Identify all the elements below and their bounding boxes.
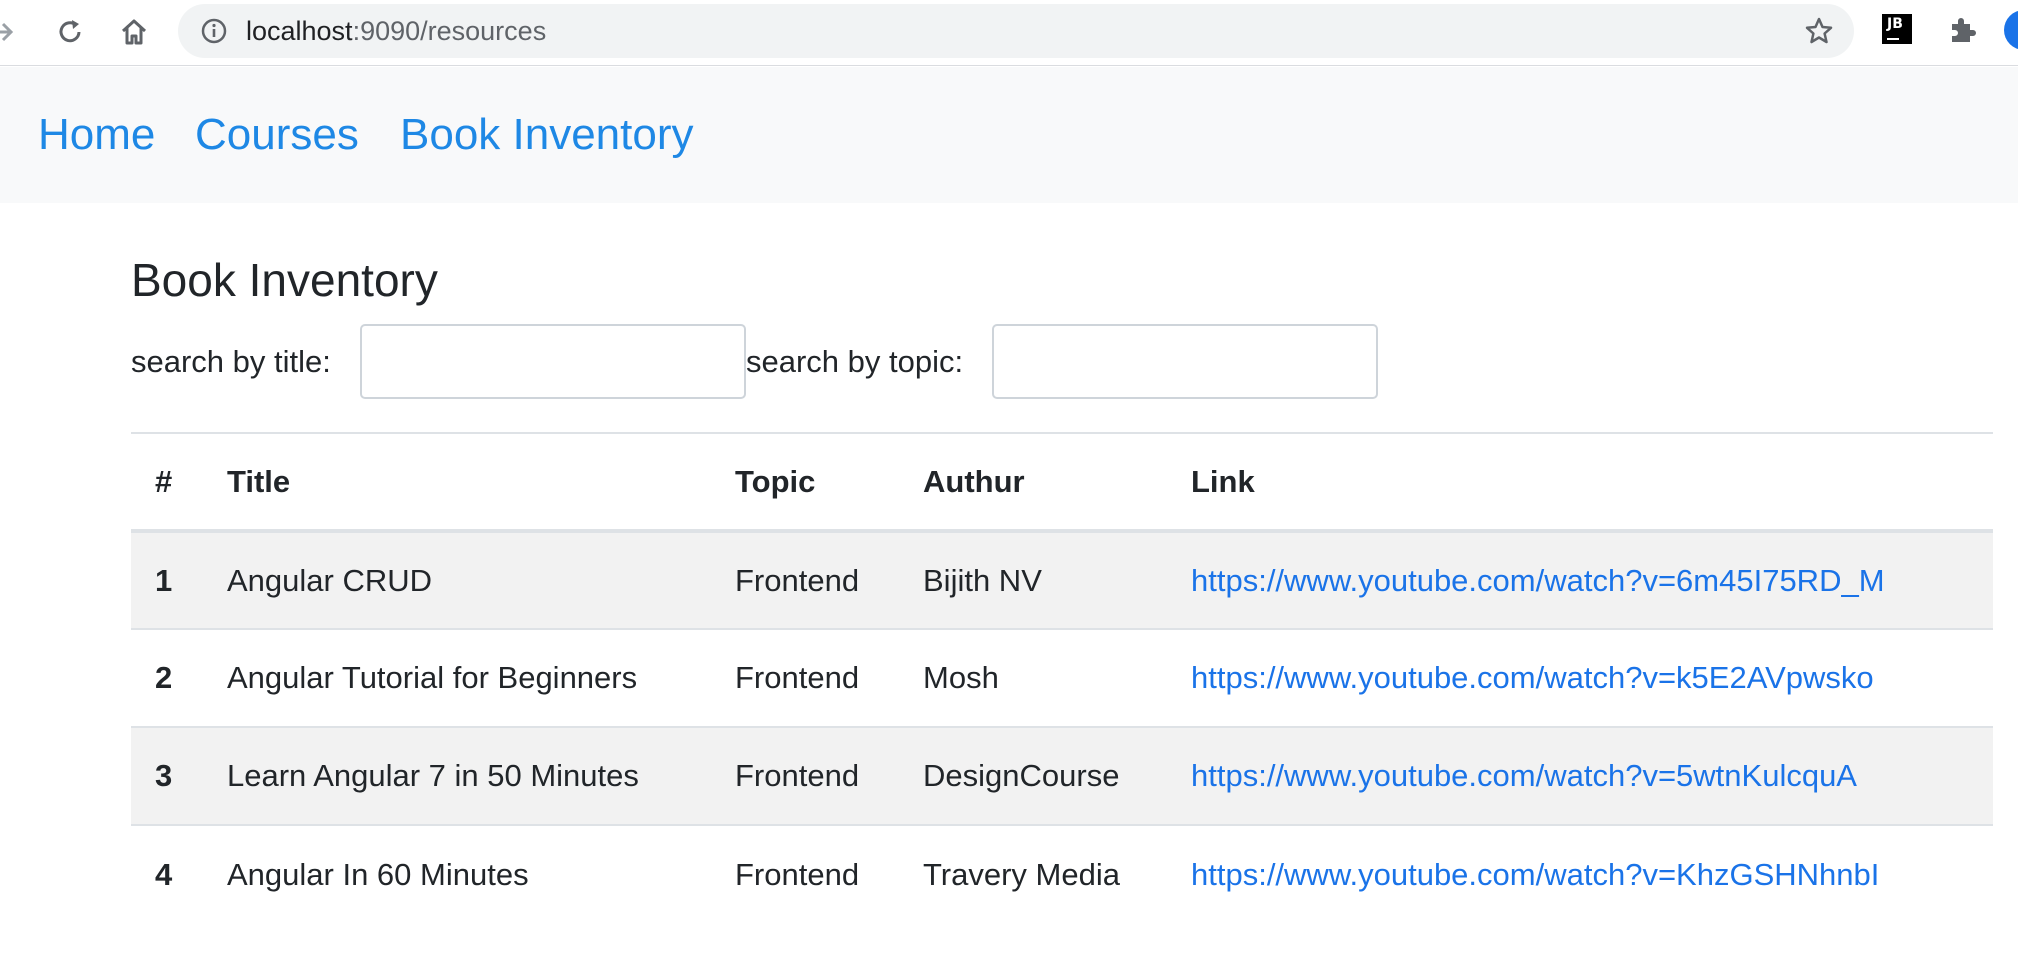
browser-toolbar: localhost:9090/resources JB	[0, 0, 2018, 66]
row-link-cell: https://www.youtube.com/watch?v=6m45I75R…	[1191, 530, 1993, 629]
row-topic: Frontend	[735, 824, 923, 923]
page-title: Book Inventory	[131, 254, 438, 306]
row-link[interactable]: https://www.youtube.com/watch?v=6m45I75R…	[1191, 563, 1885, 598]
row-title: Angular In 60 Minutes	[227, 824, 735, 923]
row-number: 4	[131, 824, 227, 923]
search-topic-input[interactable]	[992, 324, 1378, 399]
header-link: Link	[1191, 432, 1993, 533]
site-info-icon[interactable]	[200, 17, 228, 45]
url-host: localhost	[246, 16, 353, 46]
row-author: Mosh	[923, 628, 1191, 727]
row-author: Bijith NV	[923, 530, 1191, 629]
search-title-input[interactable]	[360, 324, 746, 399]
row-author: DesignCourse	[923, 726, 1191, 825]
row-link[interactable]: https://www.youtube.com/watch?v=5wtnKulc…	[1191, 758, 1857, 793]
reload-icon[interactable]	[52, 14, 88, 50]
row-link-cell: https://www.youtube.com/watch?v=k5E2AVpw…	[1191, 628, 1993, 727]
row-topic: Frontend	[735, 530, 923, 629]
table-header-row: # Title Topic Authur Link	[131, 432, 1993, 533]
row-topic: Frontend	[735, 628, 923, 727]
nav-link-book-inventory[interactable]: Book Inventory	[400, 109, 694, 161]
url-path: :9090/resources	[352, 16, 547, 46]
table-row: 2 Angular Tutorial for Beginners Fronten…	[131, 628, 1993, 727]
profile-avatar[interactable]	[2004, 10, 2018, 50]
home-icon[interactable]	[116, 14, 152, 50]
row-number: 3	[131, 726, 227, 825]
book-table: # Title Topic Authur Link 1 Angular CRUD…	[131, 432, 1993, 923]
header-number: #	[131, 432, 227, 533]
row-link-cell: https://www.youtube.com/watch?v=5wtnKulc…	[1191, 726, 1993, 825]
row-topic: Frontend	[735, 726, 923, 825]
table-row: 4 Angular In 60 Minutes Frontend Travery…	[131, 824, 1993, 923]
address-bar[interactable]: localhost:9090/resources	[178, 4, 1854, 58]
header-title: Title	[227, 432, 735, 533]
header-topic: Topic	[735, 432, 923, 533]
row-number: 1	[131, 530, 227, 629]
row-title: Angular Tutorial for Beginners	[227, 628, 735, 727]
book-table-container: # Title Topic Authur Link 1 Angular CRUD…	[131, 432, 1993, 923]
search-title-label: search by title:	[131, 344, 331, 379]
table-row: 3 Learn Angular 7 in 50 Minutes Frontend…	[131, 726, 1993, 825]
row-link[interactable]: https://www.youtube.com/watch?v=k5E2AVpw…	[1191, 660, 1874, 695]
row-title: Angular CRUD	[227, 530, 735, 629]
nav-link-courses[interactable]: Courses	[195, 109, 359, 161]
forward-icon[interactable]	[0, 14, 20, 50]
site-navbar: Home Courses Book Inventory	[0, 67, 2018, 203]
jetbrains-extension-icon[interactable]: JB	[1882, 14, 1912, 44]
search-topic-label: search by topic:	[746, 344, 964, 379]
row-title: Learn Angular 7 in 50 Minutes	[227, 726, 735, 825]
address-url[interactable]: localhost:9090/resources	[246, 15, 546, 47]
extensions-puzzle-icon[interactable]	[1946, 12, 1980, 46]
row-number: 2	[131, 628, 227, 727]
bookmark-star-icon[interactable]	[1804, 16, 1834, 46]
table-row: 1 Angular CRUD Frontend Bijith NV https:…	[131, 530, 1993, 629]
row-link[interactable]: https://www.youtube.com/watch?v=KhzGSHNh…	[1191, 857, 1879, 892]
row-author: Travery Media	[923, 824, 1191, 923]
row-link-cell: https://www.youtube.com/watch?v=KhzGSHNh…	[1191, 824, 1993, 923]
header-author: Authur	[923, 432, 1191, 533]
nav-link-home[interactable]: Home	[38, 109, 155, 161]
